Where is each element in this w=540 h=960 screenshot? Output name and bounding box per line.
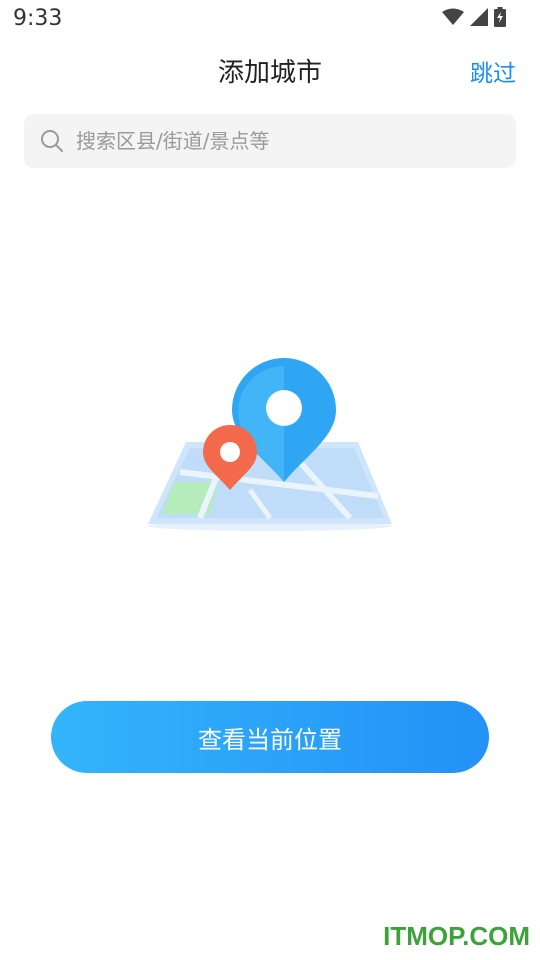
header: 添加城市 跳过 [0, 44, 540, 94]
skip-button[interactable]: 跳过 [470, 54, 516, 88]
search-icon [41, 130, 63, 152]
wifi-icon [442, 8, 464, 25]
cell-signal-icon [470, 8, 488, 26]
battery-icon [494, 7, 506, 27]
view-current-location-button[interactable]: 查看当前位置 [51, 701, 489, 773]
search-input[interactable] [74, 128, 498, 154]
status-icons [442, 7, 506, 27]
status-bar: 9:33 [0, 0, 540, 38]
status-time: 9:33 [13, 6, 63, 31]
page-title: 添加城市 [217, 58, 322, 88]
search-bar[interactable] [24, 114, 516, 168]
map-illustration [148, 358, 392, 531]
watermark: ITMOP.COM [383, 921, 530, 951]
